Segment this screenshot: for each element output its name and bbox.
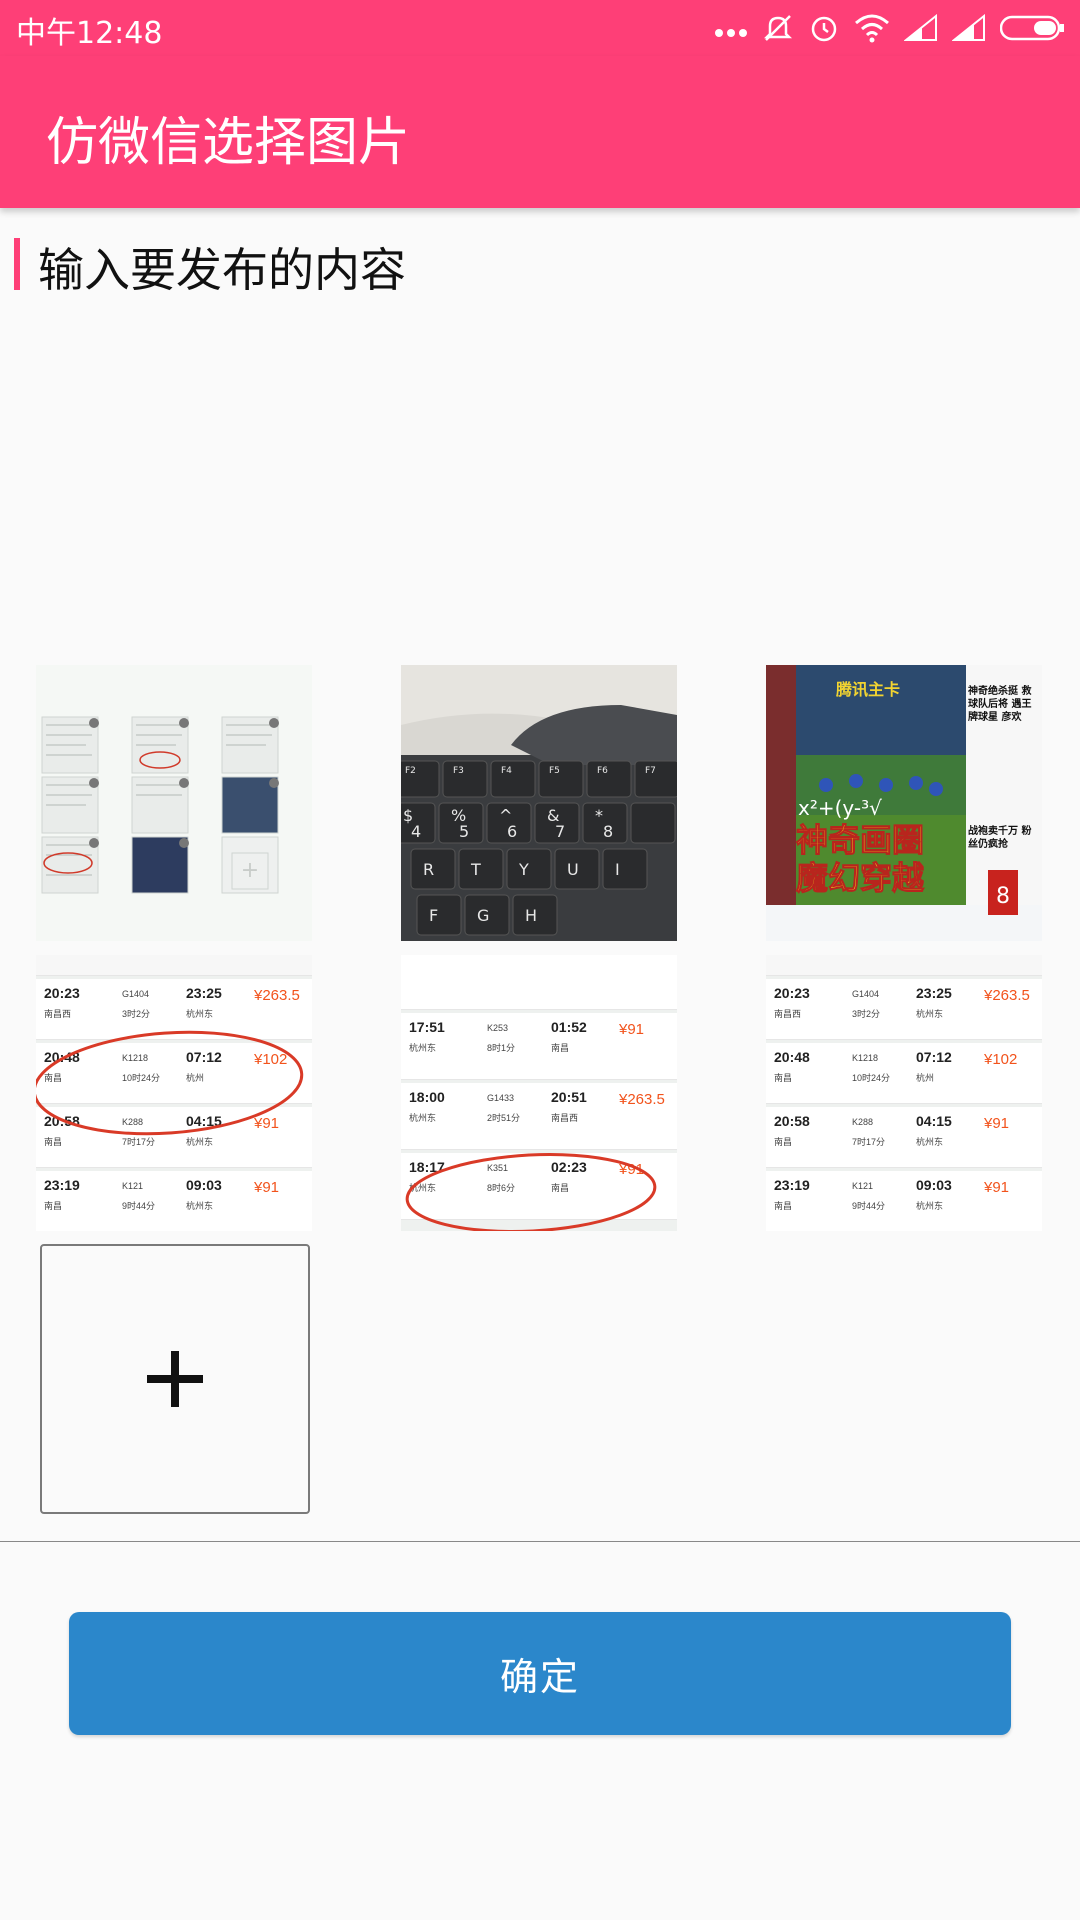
train-to: 杭州东 (916, 1201, 944, 1211)
app-bar-title: 仿微信选择图片 (46, 113, 411, 173)
train-to: 杭州 (916, 1073, 935, 1083)
train-from: 南昌 (774, 1073, 793, 1083)
train-train: K121 (852, 1181, 874, 1191)
key-label: F2 (405, 766, 416, 776)
train-dur: 7时17分 (852, 1137, 886, 1147)
red-circle-annotation (36, 1030, 304, 1136)
poster-brand: 腾讯主卡 (836, 680, 900, 699)
image-thumb-4[interactable]: 20:23 G1404 23:25 南昌西 3时2分 杭州东 ¥263.5 20:48 K121… (36, 955, 312, 1231)
alarm-clock-icon (811, 16, 837, 42)
train-to: 杭州东 (916, 1009, 944, 1019)
key-label: F5 (549, 766, 560, 776)
train-row: 20:58 K288 04:15 南昌 7时17分 杭州东 ¥91 (766, 1107, 1042, 1168)
signal-1-icon (904, 14, 937, 41)
key-label: 4 (411, 822, 421, 841)
more-dots-icon (715, 29, 747, 37)
key-label: 5 (459, 822, 469, 841)
battery-icon (1000, 15, 1064, 41)
train-train: K1218 (852, 1053, 879, 1063)
status-time: 中午12:48 (16, 16, 163, 51)
app-screenshot-image: + (36, 665, 312, 941)
train-price: ¥102 (984, 1051, 1018, 1068)
key-label: F6 (597, 766, 608, 776)
wifi-icon (855, 14, 889, 43)
key-label: H (525, 906, 537, 925)
mute-bell-icon (763, 15, 793, 41)
train-arr: 04:15 (916, 1113, 952, 1129)
train-to: 杭州东 (916, 1137, 944, 1147)
image-thumb-6[interactable]: 20:23 G1404 23:25 南昌西 3时2分 杭州东 ¥263.5 20:48 K121… (766, 955, 1042, 1231)
text-cursor (14, 238, 20, 290)
status-icons (714, 12, 1066, 44)
content-input[interactable]: 输入要发布的内容 (0, 220, 1080, 640)
football-poster-image: 腾讯主卡 x²+(y-³√ 神奇画圈 魔幻穿越 神奇绝杀挺 救球队后将 遇王牌球… (766, 665, 1042, 941)
train-dep: 23:19 (774, 1177, 810, 1193)
train-row: 20:48 K1218 07:12 南昌 10时24分 杭州 ¥102 (766, 1043, 1042, 1104)
app-bar: 仿微信选择图片 (0, 56, 1080, 208)
content-input-placeholder: 输入要发布的内容 (38, 243, 406, 297)
key-label: 8 (603, 822, 613, 841)
train-arr: 23:25 (916, 985, 952, 1001)
key-label: F4 (501, 766, 512, 776)
train-price: ¥91 (984, 1115, 1010, 1132)
poster-formula: x²+(y-³√ (798, 796, 882, 820)
key-label: 7 (555, 822, 565, 841)
key-label: R (423, 860, 434, 879)
train-from: 南昌西 (774, 1009, 802, 1019)
poster-headline-1: 神奇画圈 (796, 821, 924, 859)
train-arr: 09:03 (916, 1177, 952, 1193)
train-dur: 9时44分 (852, 1201, 886, 1211)
key-label: 6 (507, 822, 517, 841)
key-label: F3 (453, 766, 464, 776)
train-arr: 07:12 (916, 1049, 952, 1065)
key-label: Y (518, 860, 529, 879)
image-thumb-2[interactable]: F2 F3 F4 F5 F6 F7 $ % ^ & * 4 5 6 7 8 R … (401, 665, 677, 941)
train-from: 南昌 (774, 1137, 793, 1147)
confirm-button[interactable]: 确定 (69, 1612, 1011, 1735)
train-row: 20:23 G1404 23:25 南昌西 3时2分 杭州东 ¥263.5 (766, 979, 1042, 1040)
image-thumb-1[interactable]: + (36, 665, 312, 941)
train-row: 23:19 K121 09:03 南昌 9时44分 杭州东 ¥91 (766, 1171, 1042, 1231)
train-train: G1404 (852, 989, 880, 999)
train-dur: 10时24分 (852, 1073, 891, 1083)
key-label: G (477, 906, 489, 925)
svg-text:+: + (241, 858, 259, 883)
image-thumb-5[interactable]: 17:51 K253 01:52 杭州东 8时1分 南昌 ¥91 18:00 G1433 20:5… (401, 955, 677, 1231)
status-bar: 中午12:48 (0, 0, 1080, 56)
poster-side-text: 神奇绝杀挺 救球队后将 遇王牌球星 彦欢 (968, 686, 1032, 723)
key-label: T (470, 860, 481, 879)
key-label: U (567, 860, 579, 879)
train-dep: 20:48 (774, 1049, 810, 1065)
signal-2-icon (952, 14, 985, 41)
image-thumb-3[interactable]: 腾讯主卡 x²+(y-³√ 神奇画圈 魔幻穿越 神奇绝杀挺 救球队后将 遇王牌球… (766, 665, 1042, 941)
train-dep: 20:23 (774, 985, 810, 1001)
key-label: F (429, 906, 438, 925)
train-dur: 3时2分 (852, 1009, 881, 1019)
poster-headline-2: 魔幻穿越 (796, 859, 925, 897)
key-label: F7 (645, 766, 656, 776)
train-train: K288 (852, 1117, 874, 1127)
poster-number: 8 (996, 884, 1010, 909)
key-label: I (615, 860, 620, 879)
train-from: 南昌 (774, 1201, 793, 1211)
train-dep: 20:58 (774, 1113, 810, 1129)
train-price: ¥263.5 (984, 987, 1030, 1004)
plus-icon (147, 1351, 203, 1407)
poster-bottom-side: 战袍卖千万 粉丝仍疯抢 (968, 826, 1032, 850)
divider (0, 1541, 1080, 1542)
key-label: * (595, 806, 603, 825)
train-price: ¥91 (984, 1179, 1010, 1196)
keyboard-photo-image: F2 F3 F4 F5 F6 F7 $ % ^ & * 4 5 6 7 8 R … (401, 665, 677, 941)
red-circle-annotation (405, 1153, 657, 1231)
add-image-button[interactable] (40, 1244, 310, 1514)
